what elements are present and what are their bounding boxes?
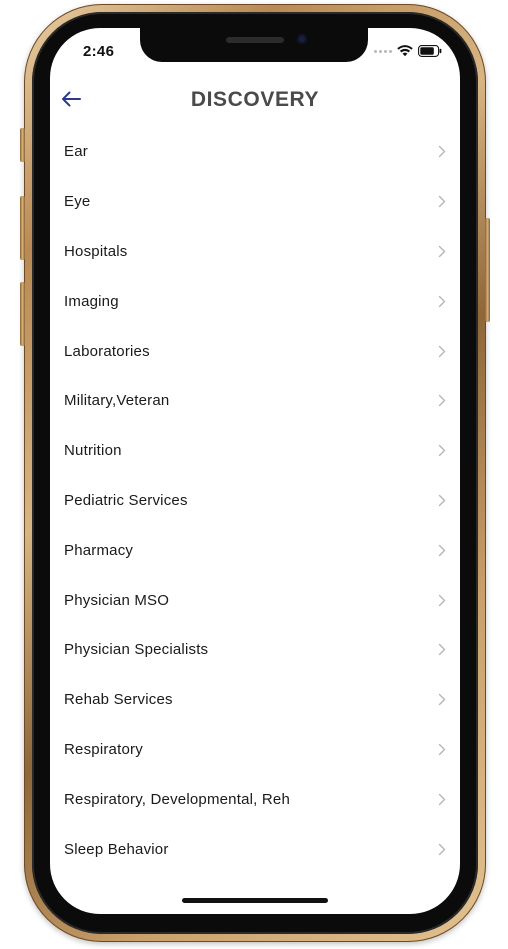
chevron-right-icon xyxy=(437,593,447,607)
list-item-label: Respiratory xyxy=(64,740,143,758)
chevron-right-icon xyxy=(437,693,447,707)
wifi-icon xyxy=(397,45,413,57)
list-item-label: Pharmacy xyxy=(64,541,134,559)
category-list: Ear Eye Hospitals Imaging Laboratories Milita… xyxy=(50,127,460,874)
list-item[interactable]: Imaging xyxy=(50,276,460,326)
list-item-label: Imaging xyxy=(64,292,119,310)
chevron-right-icon xyxy=(437,444,447,458)
side-button-power xyxy=(485,218,490,322)
list-item-label: Physician Specialists xyxy=(64,641,209,659)
app-header: DISCOVERY xyxy=(50,84,460,118)
battery-icon xyxy=(418,45,442,57)
list-item[interactable]: Hospitals xyxy=(50,227,460,277)
list-item[interactable]: Physician Specialists xyxy=(50,625,460,675)
chevron-right-icon xyxy=(437,643,447,657)
status-time: 2:46 xyxy=(83,43,115,60)
speaker-grille xyxy=(226,37,284,43)
list-item[interactable]: Nutrition xyxy=(50,426,460,476)
list-item-label: Physician MSO xyxy=(64,591,170,609)
chevron-right-icon xyxy=(437,543,447,557)
list-item[interactable]: Respiratory, Developmental, Reh xyxy=(50,774,460,824)
list-item-label: Respiratory, Developmental, Reh xyxy=(64,790,291,808)
front-camera xyxy=(297,34,307,44)
device-mockup: 2:46 DISCOVERY Ear Eye Hospitals Imaging… xyxy=(0,0,508,949)
chevron-right-icon xyxy=(437,294,447,308)
chevron-right-icon xyxy=(437,493,447,507)
list-item[interactable]: Physician MSO xyxy=(50,575,460,625)
status-indicators xyxy=(374,43,442,59)
side-button-volume-down xyxy=(20,282,25,346)
chevron-right-icon xyxy=(437,195,447,209)
list-item-label: Military,Veteran xyxy=(64,392,170,410)
list-item[interactable]: Eye xyxy=(50,177,460,227)
list-item-label: Pediatric Services xyxy=(64,491,188,509)
chevron-right-icon xyxy=(437,394,447,408)
notch xyxy=(140,28,368,62)
chevron-right-icon xyxy=(437,792,447,806)
list-item[interactable]: Military,Veteran xyxy=(50,376,460,426)
chevron-right-icon xyxy=(437,344,447,358)
list-item-label: Rehab Services xyxy=(64,691,173,709)
side-button-mute xyxy=(20,128,25,162)
list-item[interactable]: Respiratory xyxy=(50,725,460,775)
phone-screen: 2:46 DISCOVERY Ear Eye Hospitals Imaging… xyxy=(50,28,460,914)
chevron-right-icon xyxy=(437,244,447,258)
list-item-label: Sleep Behavior xyxy=(64,840,169,858)
list-item[interactable]: Pediatric Services xyxy=(50,476,460,526)
home-indicator[interactable] xyxy=(182,898,328,903)
side-button-volume-up xyxy=(20,196,25,260)
cellular-signal-icon xyxy=(374,49,392,53)
list-item-label: Nutrition xyxy=(64,442,122,460)
list-item[interactable]: Pharmacy xyxy=(50,525,460,575)
list-item[interactable]: Rehab Services xyxy=(50,675,460,725)
list-item-label: Hospitals xyxy=(64,242,128,260)
chevron-right-icon xyxy=(437,742,447,756)
list-item-label: Laboratories xyxy=(64,342,150,360)
chevron-right-icon xyxy=(437,145,447,159)
chevron-right-icon xyxy=(437,842,447,856)
page-title: DISCOVERY xyxy=(190,88,320,111)
list-item-label: Ear xyxy=(64,143,88,161)
list-item[interactable]: Ear xyxy=(50,127,460,177)
list-item[interactable]: Sleep Behavior xyxy=(50,824,460,874)
list-item[interactable]: Laboratories xyxy=(50,326,460,376)
list-item-label: Eye xyxy=(64,193,91,211)
